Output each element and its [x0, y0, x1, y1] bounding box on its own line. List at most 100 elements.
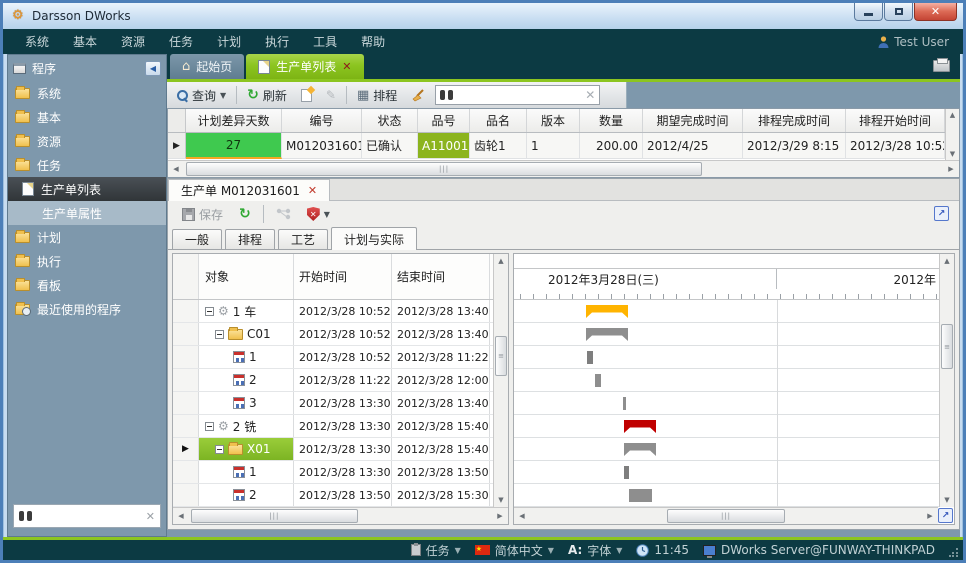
scroll-left-icon[interactable]: ◀ — [168, 165, 184, 173]
menu-help[interactable]: 帮助 — [361, 33, 385, 50]
refresh-button[interactable]: ↻ 刷新 — [243, 85, 291, 106]
sidebar-item-resource[interactable]: 资源 — [8, 129, 166, 153]
sidebar-item-plan[interactable]: 计划 — [8, 225, 166, 249]
menu-tools[interactable]: 工具 — [313, 33, 337, 50]
tab-process[interactable]: 工艺 — [278, 229, 328, 249]
sidebar-collapse-button[interactable]: ◀ — [145, 61, 161, 76]
tree-row-resource-x01-selected[interactable]: ▶ X01 2012/3/28 13:30 2012/3/28 15:40 — [173, 438, 493, 461]
tab-plan-vs-actual[interactable]: 计划与实际 — [331, 227, 417, 250]
tree-row-task-3[interactable]: 3 2012/3/28 13:30 2012/3/28 13:40 — [173, 392, 493, 415]
query-button[interactable]: 查询 ▼ — [173, 85, 230, 106]
toolbar-search-input[interactable] — [457, 89, 581, 101]
tree-row-task-x1[interactable]: 1 2012/3/28 13:30 2012/3/28 13:50 — [173, 461, 493, 484]
col-code[interactable]: 编号 — [282, 109, 362, 132]
menu-basic[interactable]: 基本 — [73, 33, 97, 50]
sidebar-item-basic[interactable]: 基本 — [8, 105, 166, 129]
gantt-bar-7[interactable] — [624, 466, 629, 479]
gantt-expand-icon[interactable]: ↗ — [938, 508, 953, 523]
scroll-left-icon[interactable]: ◀ — [514, 512, 530, 520]
tree-expand-toggle[interactable] — [215, 330, 224, 339]
gantt-bar-6[interactable] — [624, 443, 656, 456]
grid-data-row[interactable]: ▶ 27 M012031601 已确认 A11001 齿轮1 1 200.00 … — [168, 133, 945, 159]
schedule-button[interactable]: ▦ 排程 — [353, 85, 401, 106]
menu-plan[interactable]: 计划 — [217, 33, 241, 50]
col-object[interactable]: 对象 — [199, 254, 294, 299]
tree-horizontal-scrollbar[interactable]: ◀ ||| ▶ — [173, 507, 508, 524]
close-button[interactable]: ✕ — [914, 3, 957, 21]
status-language-menu[interactable]: ★ 简体中文 ▼ — [475, 542, 554, 559]
tree-row-task-x2[interactable]: 2 2012/3/28 13:50 2012/3/28 15:30 — [173, 484, 493, 507]
edit-button[interactable]: ✎ — [322, 86, 340, 104]
resize-grip[interactable] — [949, 547, 959, 557]
scroll-right-icon[interactable]: ▶ — [492, 512, 508, 520]
col-item-name[interactable]: 品名 — [470, 109, 527, 132]
routing-button[interactable] — [272, 206, 295, 222]
grid-vertical-scrollbar[interactable]: ▲▼ — [945, 109, 959, 160]
col-plan-diff-days[interactable]: 计划差异天数 — [186, 109, 282, 132]
gantt-bar-5[interactable] — [624, 420, 656, 433]
menu-execute[interactable]: 执行 — [265, 33, 289, 50]
clear-search-icon[interactable]: ✕ — [585, 88, 595, 102]
tab-start-page[interactable]: ⌂ 起始页 — [170, 54, 244, 79]
gantt-vertical-scrollbar[interactable]: ▲ ≡ ▼ — [939, 254, 954, 507]
col-expect-finish[interactable]: 期望完成时间 — [643, 109, 743, 132]
sidebar-search-input[interactable] — [37, 510, 141, 522]
col-end-time[interactable]: 结束时间 — [392, 254, 490, 299]
query-dropdown-icon[interactable]: ▼ — [220, 91, 226, 100]
tree-row-task-2[interactable]: 2 2012/3/28 11:22 2012/3/28 12:00 — [173, 369, 493, 392]
tree-expand-toggle[interactable] — [215, 445, 224, 454]
scroll-left-icon[interactable]: ◀ — [173, 512, 189, 520]
tree-row-resource-c01[interactable]: C01 2012/3/28 10:52 2012/3/28 13:40 — [173, 323, 493, 346]
shield-dropdown-icon[interactable]: ▼ — [324, 210, 330, 219]
sidebar-item-production-order-list[interactable]: 生产单列表 — [8, 177, 166, 201]
menu-resource[interactable]: 资源 — [121, 33, 145, 50]
sidebar-item-production-order-properties[interactable]: 生产单属性 — [8, 201, 166, 225]
tab-general[interactable]: 一般 — [172, 229, 222, 249]
sidebar-item-system[interactable]: 系统 — [8, 81, 166, 105]
minimize-button[interactable] — [854, 3, 883, 21]
close-doc-icon[interactable]: ✕ — [308, 184, 317, 197]
printer-icon[interactable] — [933, 60, 950, 72]
tree-row-task-1[interactable]: 1 2012/3/28 10:52 2012/3/28 11:22 — [173, 346, 493, 369]
menu-task[interactable]: 任务 — [169, 33, 193, 50]
scroll-down-icon[interactable]: ▼ — [494, 493, 508, 507]
scroll-up-icon[interactable]: ▲ — [494, 254, 508, 268]
open-in-window-icon[interactable]: ↗ — [934, 206, 949, 221]
new-button[interactable] — [297, 87, 316, 104]
gantt-bar-2[interactable] — [587, 351, 593, 364]
col-version[interactable]: 版本 — [527, 109, 580, 132]
menu-system[interactable]: 系统 — [25, 33, 49, 50]
tree-expand-toggle[interactable] — [205, 422, 214, 431]
restore-button[interactable] — [884, 3, 913, 21]
col-item-no[interactable]: 品号 — [418, 109, 470, 132]
grid-horizontal-scrollbar[interactable]: ◀ ||| ▶ — [168, 160, 959, 177]
gantt-bar-0[interactable] — [586, 305, 628, 318]
tab-production-order-list[interactable]: 生产单列表 ✕ — [246, 54, 363, 79]
col-qty[interactable]: 数量 — [580, 109, 643, 132]
sidebar-item-recent-programs[interactable]: 最近使用的程序 — [8, 297, 166, 321]
cancel-confirm-button[interactable]: ✕ ▼ — [303, 205, 334, 223]
clear-search-icon[interactable]: ✕ — [146, 510, 155, 523]
tab-scheduling[interactable]: 排程 — [225, 229, 275, 249]
scroll-down-icon[interactable]: ▼ — [940, 493, 954, 507]
sidebar-item-board[interactable]: 看板 — [8, 273, 166, 297]
tree-vertical-scrollbar[interactable]: ▲ ≡ ▼ — [493, 254, 508, 507]
current-user[interactable]: Test User — [878, 35, 949, 49]
tree-expand-toggle[interactable] — [205, 307, 214, 316]
clean-button[interactable] — [407, 87, 429, 104]
close-tab-icon[interactable]: ✕ — [342, 60, 351, 73]
gantt-bar-1[interactable] — [586, 328, 628, 341]
gantt-bar-4[interactable] — [623, 397, 626, 410]
scroll-right-icon[interactable]: ▶ — [922, 512, 938, 520]
col-start-time[interactable]: 开始时间 — [294, 254, 392, 299]
col-sched-finish[interactable]: 排程完成时间 — [743, 109, 846, 132]
save-button[interactable]: 保存 — [178, 204, 227, 225]
sidebar-item-execute[interactable]: 执行 — [8, 249, 166, 273]
gantt-bar-3[interactable] — [595, 374, 601, 387]
gantt-bar-8[interactable] — [629, 489, 652, 502]
doc-tab-production-order[interactable]: 生产单 M012031601 ✕ — [168, 179, 330, 201]
scroll-up-icon[interactable]: ▲ — [940, 254, 954, 268]
sidebar-item-task[interactable]: 任务 — [8, 153, 166, 177]
status-font-menu[interactable]: A: 字体 ▼ — [568, 542, 622, 559]
gantt-horizontal-scrollbar[interactable]: ◀ ||| ▶ — [514, 507, 938, 524]
